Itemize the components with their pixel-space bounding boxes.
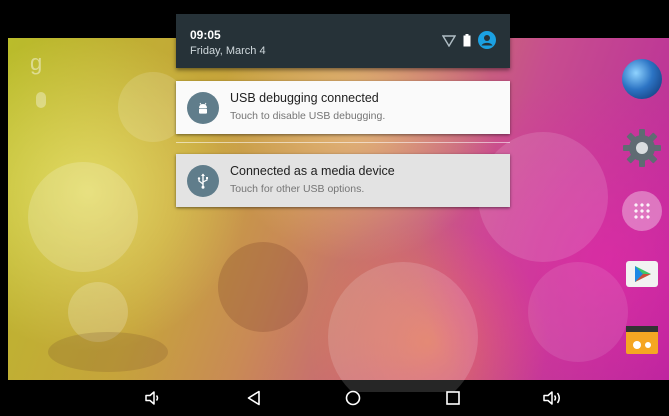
battery-icon xyxy=(463,33,471,52)
recents-icon[interactable] xyxy=(441,386,465,410)
wallpaper-bubble xyxy=(28,162,138,272)
notification-title: USB debugging connected xyxy=(230,91,379,105)
back-icon[interactable] xyxy=(242,386,266,410)
globe-icon[interactable] xyxy=(622,59,662,99)
home-icon[interactable] xyxy=(341,386,365,410)
android-icon xyxy=(187,92,219,124)
notification-subtitle: Touch for other USB options. xyxy=(230,183,365,195)
volume-up-icon[interactable] xyxy=(541,386,565,410)
notification-subtitle: Touch to disable USB debugging. xyxy=(230,110,386,122)
wallpaper-bubble xyxy=(48,332,168,372)
navigation-bar xyxy=(8,392,669,416)
shade-divider xyxy=(176,142,510,143)
movie-studio-icon[interactable] xyxy=(622,320,662,360)
wifi-icon xyxy=(441,34,457,52)
notification-shade-header[interactable]: 09:05 Friday, March 4 xyxy=(176,14,510,68)
volume-down-icon[interactable] xyxy=(141,386,165,410)
settings-gear-icon[interactable] xyxy=(622,128,662,168)
google-search-g[interactable]: g xyxy=(30,50,42,76)
notification-title: Connected as a media device xyxy=(230,164,395,178)
notification-media-device[interactable]: Connected as a media device Touch for ot… xyxy=(176,154,510,207)
wallpaper-bubble xyxy=(528,262,628,362)
account-icon[interactable] xyxy=(478,31,496,54)
home-screen: g xyxy=(8,12,669,416)
usb-icon xyxy=(187,165,219,197)
wallpaper-bubble xyxy=(218,242,308,332)
clock-time: 09:05 xyxy=(190,28,221,42)
voice-search-mic-icon[interactable] xyxy=(36,92,46,108)
play-store-icon[interactable] xyxy=(622,253,662,293)
clock-date: Friday, March 4 xyxy=(190,45,266,57)
notification-usb-debugging[interactable]: USB debugging connected Touch to disable… xyxy=(176,81,510,134)
app-drawer-icon[interactable] xyxy=(622,191,662,231)
